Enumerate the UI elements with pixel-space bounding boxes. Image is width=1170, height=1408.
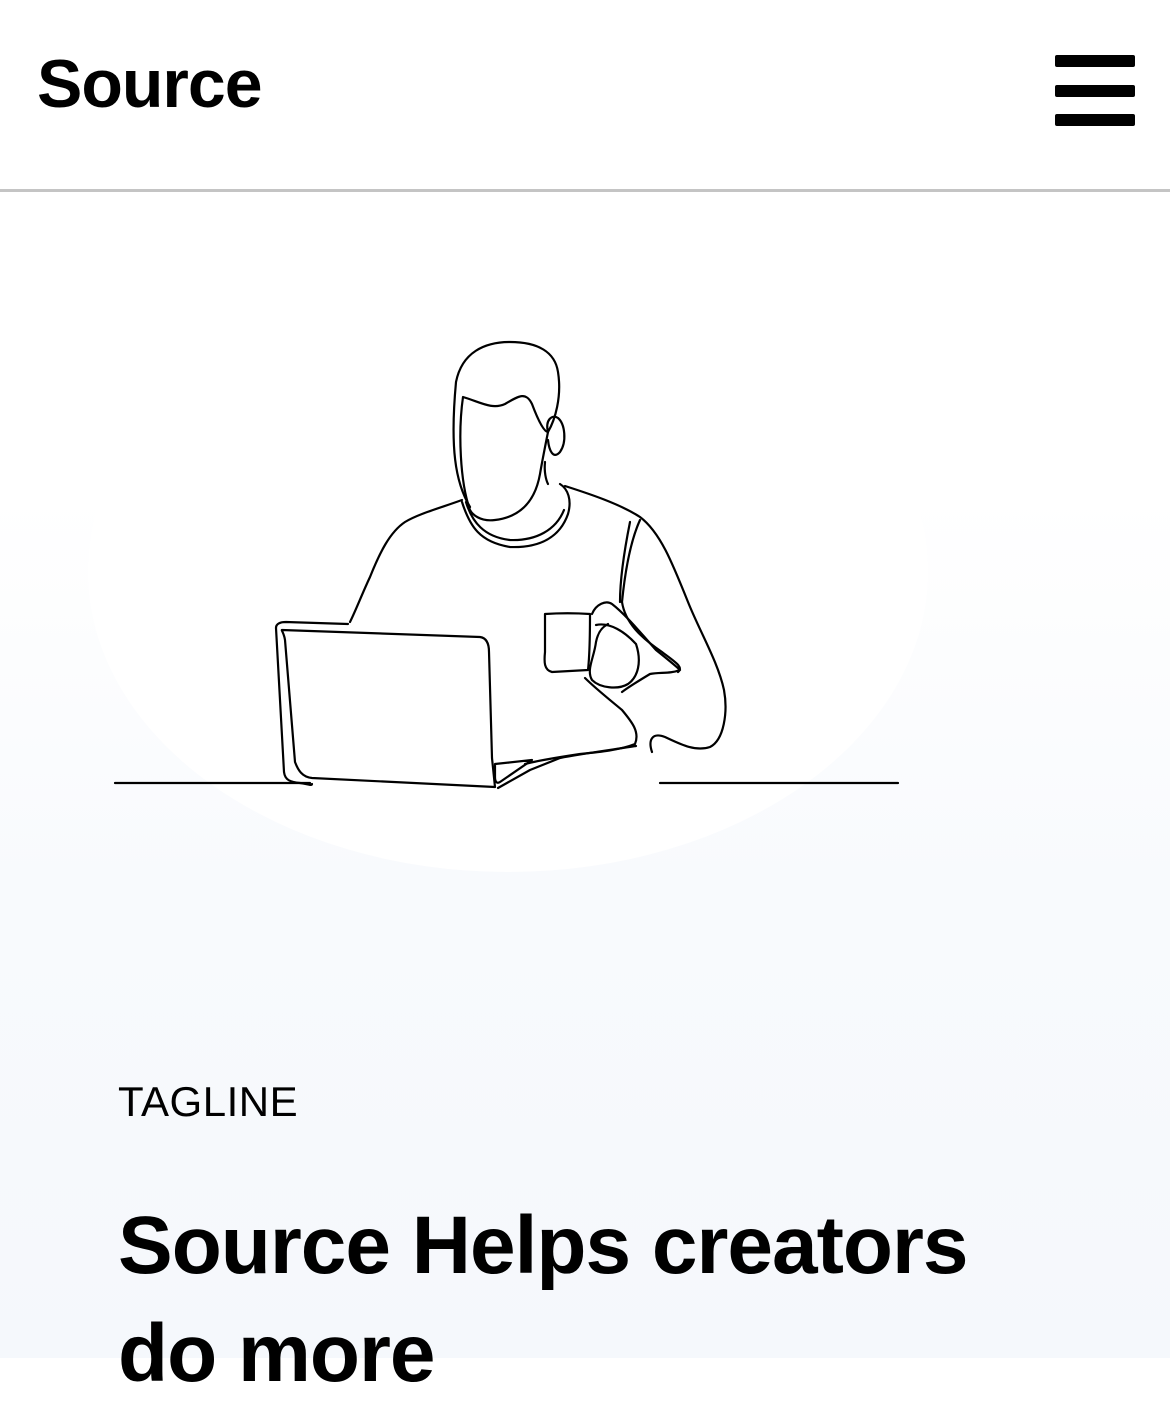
site-logo[interactable]: Source — [37, 44, 263, 124]
site-header: Source — [0, 0, 1170, 192]
hero-section: TAGLINE Source Helps creators do more — [0, 192, 1170, 1399]
hamburger-menu-icon[interactable] — [1055, 55, 1135, 127]
hero-tagline: TAGLINE — [118, 1078, 299, 1125]
person-laptop-illustration — [88, 272, 928, 872]
hero-headline: Source Helps creators do more — [118, 1200, 969, 1399]
